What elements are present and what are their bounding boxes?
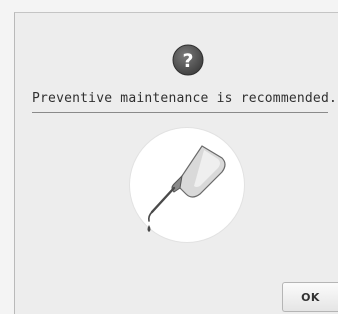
message-divider [32, 112, 328, 113]
oil-bottle-icon [147, 145, 226, 232]
oil-bottle-illustration [130, 128, 244, 242]
question-mark-icon: ? [172, 44, 204, 76]
svg-text:?: ? [182, 50, 193, 72]
ok-button[interactable]: OK [282, 282, 338, 312]
maintenance-message: Preventive maintenance is recommended. [32, 91, 338, 106]
